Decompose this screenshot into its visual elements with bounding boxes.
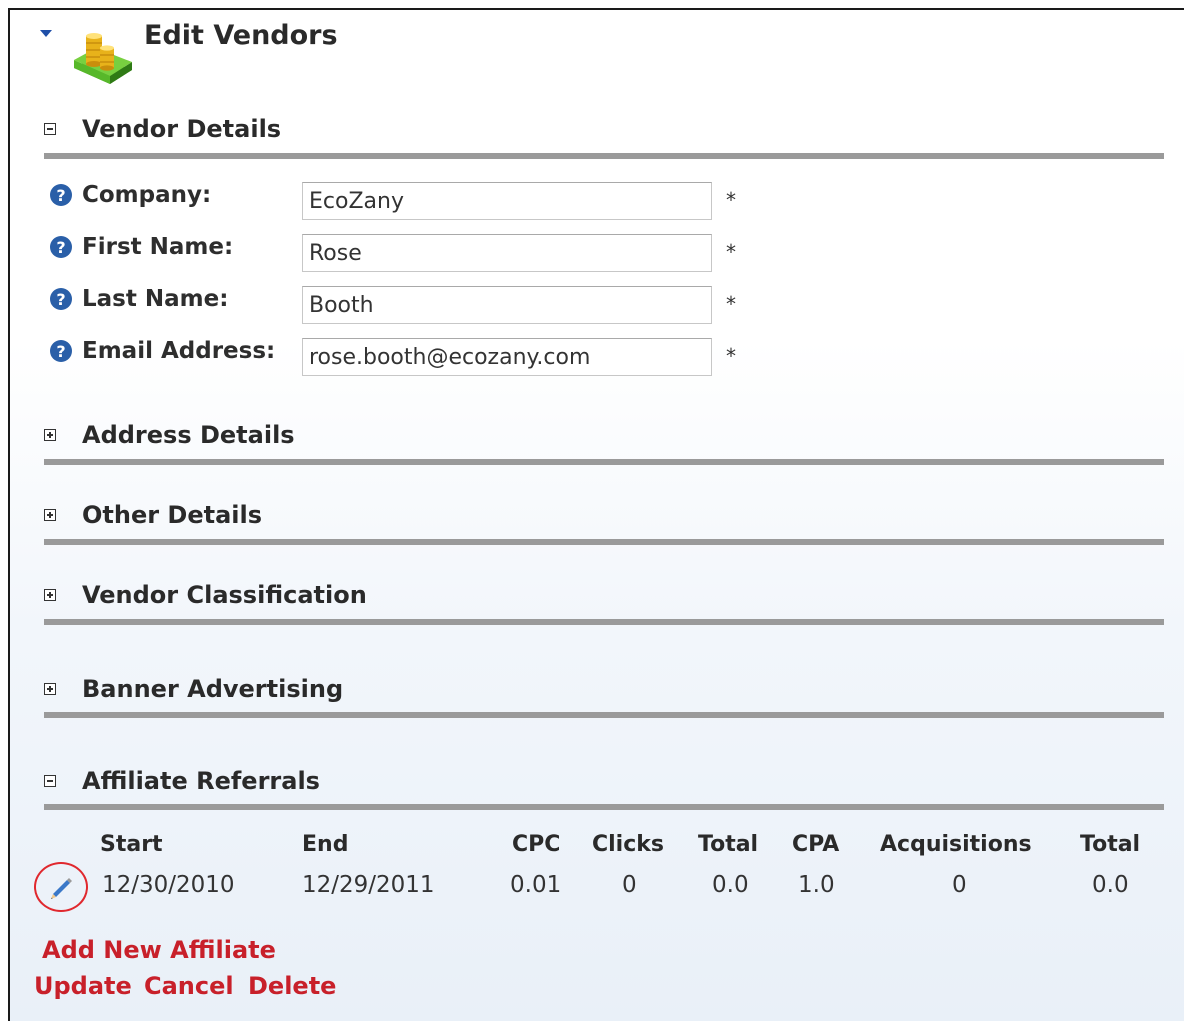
add-new-affiliate-link[interactable]: Add New Affiliate [42, 936, 276, 964]
delete-link[interactable]: Delete [248, 972, 336, 1000]
column-header-cpc: CPC [512, 832, 561, 857]
last-name-label: ? Last Name: [50, 286, 228, 312]
company-label: ? Company: [50, 182, 211, 208]
section-title: Address Details [82, 421, 295, 449]
pencil-icon [51, 878, 72, 899]
company-label-text: Company: [82, 182, 212, 208]
section-divider [44, 619, 1164, 625]
help-icon[interactable]: ? [50, 236, 72, 258]
section-address-details[interactable]: Address Details [44, 420, 295, 450]
email-label: ? Email Address: [50, 338, 275, 364]
cancel-link[interactable]: Cancel [144, 972, 234, 1000]
section-divider [44, 539, 1164, 545]
last-name-label-text: Last Name: [82, 286, 229, 312]
table-cell-start: 12/30/2010 [102, 872, 235, 898]
minus-box-icon[interactable] [44, 775, 56, 787]
section-vendor-classification[interactable]: Vendor Classification [44, 580, 367, 610]
section-title: Other Details [82, 501, 263, 529]
required-marker: * [726, 240, 736, 264]
column-header-acquisitions: Acquisitions [880, 832, 1032, 857]
section-divider [44, 459, 1164, 465]
section-vendor-details[interactable]: Vendor Details [44, 114, 281, 144]
help-icon[interactable]: ? [50, 288, 72, 310]
plus-box-icon[interactable] [44, 589, 56, 601]
column-header-total: Total [698, 832, 759, 857]
table-cell-clicks: 0 [622, 872, 637, 898]
coins-stack-icon [74, 33, 132, 84]
section-other-details[interactable]: Other Details [44, 500, 262, 530]
help-icon[interactable]: ? [50, 340, 72, 362]
table-cell-cpa: 1.0 [798, 872, 835, 898]
column-header-start: Start [100, 832, 163, 857]
required-marker: * [726, 188, 736, 212]
table-cell-total-2: 0.0 [1092, 872, 1129, 898]
first-name-label: ? First Name: [50, 234, 233, 260]
edit-vendors-panel: Edit Vendors Vendor Details ? Company: *… [8, 8, 1184, 1021]
section-divider [44, 153, 1164, 159]
company-input[interactable] [302, 182, 712, 220]
section-divider [44, 804, 1164, 810]
table-cell-cpc: 0.01 [510, 872, 562, 898]
section-title: Affiliate Referrals [82, 767, 320, 795]
plus-box-icon[interactable] [44, 683, 56, 695]
section-divider [44, 712, 1164, 718]
required-marker: * [726, 292, 736, 316]
collapse-arrow-icon[interactable] [40, 30, 52, 37]
plus-box-icon[interactable] [44, 509, 56, 521]
column-header-total-2: Total [1080, 832, 1141, 857]
update-link[interactable]: Update [34, 972, 132, 1000]
section-banner-advertising[interactable]: Banner Advertising [44, 674, 343, 704]
email-label-text: Email Address: [82, 338, 276, 364]
column-header-cpa: CPA [792, 832, 840, 857]
page-title: Edit Vendors [144, 20, 338, 51]
table-cell-total: 0.0 [712, 872, 749, 898]
section-title: Banner Advertising [82, 675, 344, 703]
edit-affiliate-button[interactable] [34, 862, 88, 912]
email-input[interactable] [302, 338, 712, 376]
help-icon[interactable]: ? [50, 184, 72, 206]
column-header-clicks: Clicks [592, 832, 664, 857]
section-affiliate-referrals[interactable]: Affiliate Referrals [44, 766, 320, 796]
last-name-input[interactable] [302, 286, 712, 324]
plus-box-icon[interactable] [44, 429, 56, 441]
table-cell-end: 12/29/2011 [302, 872, 435, 898]
required-marker: * [726, 344, 736, 368]
first-name-input[interactable] [302, 234, 712, 272]
first-name-label-text: First Name: [82, 234, 234, 260]
column-header-end: End [302, 832, 349, 857]
minus-box-icon[interactable] [44, 123, 56, 135]
table-cell-acquisitions: 0 [952, 872, 967, 898]
section-title: Vendor Classification [82, 581, 367, 609]
section-title: Vendor Details [82, 115, 282, 143]
